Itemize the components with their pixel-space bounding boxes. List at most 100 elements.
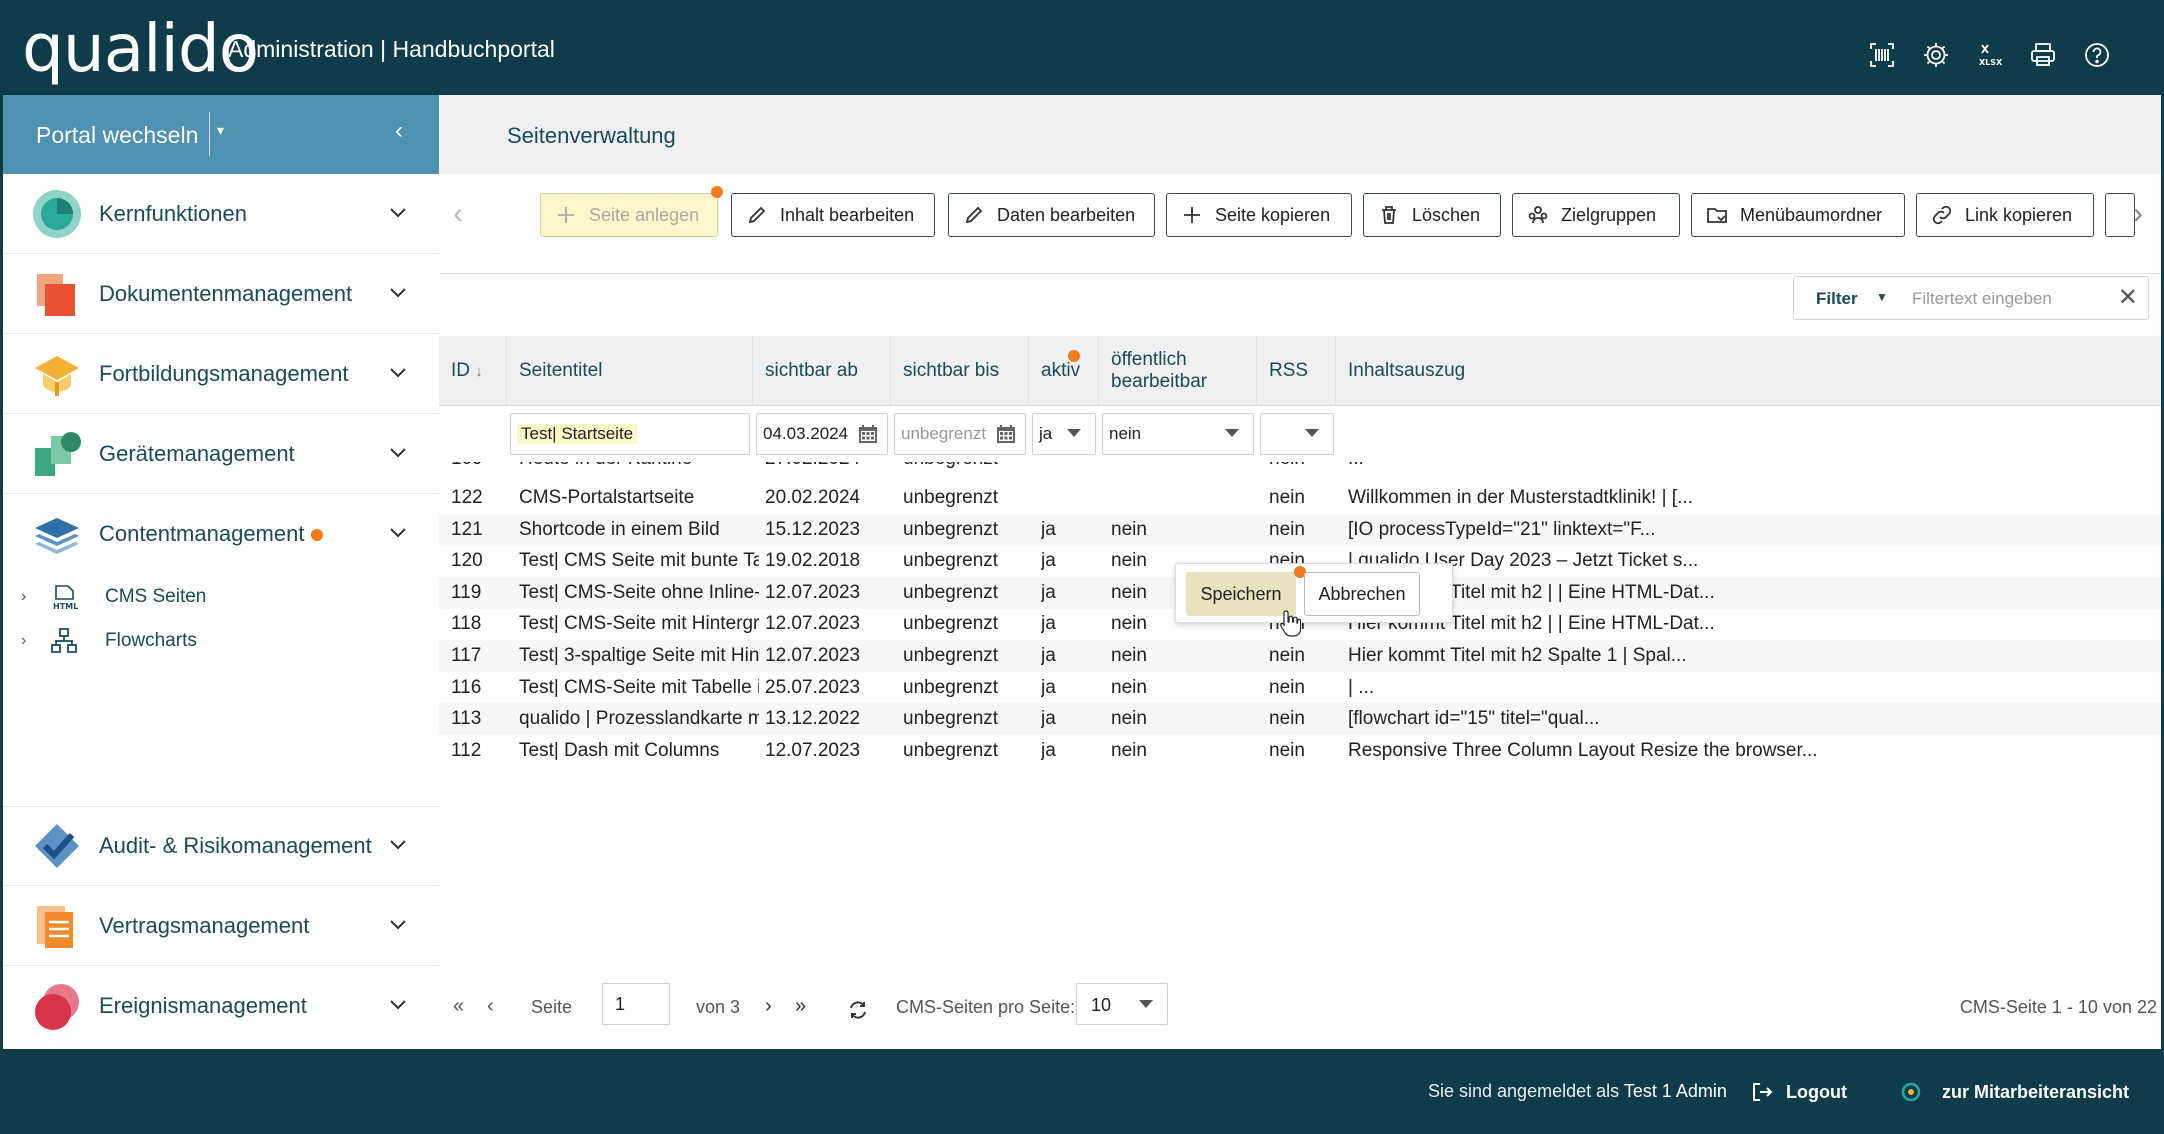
col-excerpt[interactable]: Inhaltsauszug	[1336, 336, 2161, 406]
portal-dropdown-icon[interactable]: ▾	[217, 122, 237, 146]
add-page-button[interactable]: Seite anlegen	[540, 186, 723, 237]
module-dokumentenmanagement[interactable]: Dokumentenmanagement	[3, 254, 439, 334]
col-active[interactable]: aktiv	[1029, 336, 1099, 406]
edit-public-select[interactable]: nein	[1102, 413, 1254, 455]
more-toolbar-button[interactable]	[2105, 193, 2135, 237]
help-icon[interactable]	[2080, 38, 2114, 72]
cell-id: 120	[451, 550, 483, 571]
toolbar-scroll-left-icon[interactable]: ‹	[453, 197, 463, 231]
edit-content-label: Inhalt bearbeiten	[780, 204, 915, 225]
edit-data-button[interactable]: Daten bearbeiten	[948, 193, 1155, 237]
cell-from: 25.07.2023	[765, 677, 861, 698]
edit-title-input[interactable]: Test| Startseite	[510, 413, 750, 455]
delete-button[interactable]: Löschen	[1363, 193, 1501, 237]
barcode-scan-icon[interactable]	[1865, 38, 1899, 72]
portal-switch-label[interactable]: Portal wechseln	[36, 122, 198, 149]
xlsx-export-icon[interactable]: XLSX	[1973, 38, 2007, 72]
cell-to: unbegrenzt	[903, 550, 999, 571]
sidebar-item-label: Flowcharts	[105, 630, 197, 651]
target-groups-button[interactable]: Zielgruppen	[1512, 193, 1680, 237]
chevron-down-icon[interactable]	[385, 991, 415, 1021]
gear-icon[interactable]	[1919, 38, 1953, 72]
module-audit-risikomanagement[interactable]: Audit- & Risikomanagement	[3, 806, 439, 886]
first-page-icon[interactable]: «	[453, 995, 464, 1018]
staff-view-button[interactable]: zur Mitarbeiteransicht	[1900, 1077, 2129, 1107]
col-label: sichtbar ab	[765, 360, 858, 381]
module-ereignismanagement[interactable]: Ereignismanagement	[3, 966, 439, 1046]
sidebar-item-flowcharts[interactable]: › Flowcharts	[3, 621, 439, 661]
edit-active-select[interactable]: ja	[1032, 413, 1096, 455]
last-page-icon[interactable]: »	[795, 995, 806, 1018]
cell-title: Test| CMS-Seite mit Hintergrundfarben	[519, 613, 759, 634]
chevron-down-icon[interactable]	[385, 279, 415, 309]
table-row[interactable]: 112 Test| Dash mit Columns 12.07.2023 unbeg…	[439, 735, 2161, 767]
edit-title-value: Test| Startseite	[517, 424, 638, 444]
col-label: aktiv	[1041, 360, 1081, 381]
table-row[interactable]: 117 Test| 3-spaltige Seite mit Hintergrun…	[439, 640, 2161, 672]
chevron-down-icon[interactable]	[385, 359, 415, 389]
table-row[interactable]: 113 qualido | Prozesslandkarte mit Flowch…	[439, 703, 2161, 735]
module-geraetemanagement[interactable]: Gerätemanagement	[3, 414, 439, 494]
col-visible-from[interactable]: sichtbar ab	[753, 336, 891, 406]
cell-to: unbegrenzt	[903, 708, 999, 729]
chevron-down-icon[interactable]	[385, 439, 415, 469]
copy-page-label: Seite kopieren	[1215, 204, 1331, 225]
sidebar-item-cms-seiten[interactable]: › HTML CMS Seiten	[3, 577, 439, 617]
copy-page-button[interactable]: Seite kopieren	[1166, 193, 1352, 237]
edit-content-button[interactable]: Inhalt bearbeiten	[731, 193, 935, 237]
filter-dropdown[interactable]: Filter	[1816, 289, 1858, 309]
module-fortbildungsmanagement[interactable]: Fortbildungsmanagement	[3, 334, 439, 414]
print-icon[interactable]	[2026, 38, 2060, 72]
chevron-down-icon[interactable]	[385, 519, 415, 549]
col-public-editable[interactable]: öffentlich bearbeitbar	[1099, 336, 1257, 406]
cell-rss: nein	[1269, 677, 1305, 698]
per-page-select[interactable]: 10	[1076, 983, 1168, 1025]
edit-visible-to-input[interactable]: unbegrenzt	[894, 413, 1026, 455]
table-row[interactable]: 122 CMS-Portalstartseite 20.02.2024 unbegre…	[439, 482, 2161, 514]
col-title[interactable]: Seitentitel	[507, 336, 753, 406]
filter-caret-icon[interactable]: ▼	[1876, 290, 1888, 304]
menu-folder-button[interactable]: Menübaumordner	[1691, 193, 1905, 237]
sort-down-icon[interactable]: ↓	[475, 363, 483, 380]
calendar-icon[interactable]	[995, 423, 1017, 445]
calendar-icon[interactable]	[857, 423, 879, 445]
edit-visible-from-input[interactable]: 04.03.2024	[756, 413, 888, 455]
qualido-logo: qualido	[22, 10, 259, 87]
edit-data-label: Daten bearbeiten	[997, 204, 1136, 225]
col-id[interactable]: ID ↓	[439, 336, 507, 406]
col-rss[interactable]: RSS	[1257, 336, 1336, 406]
chevron-down-icon[interactable]	[385, 831, 415, 861]
prev-page-icon[interactable]: ‹	[487, 995, 494, 1018]
cell-excerpt: [flowchart id="15" titel="qual...	[1348, 708, 1600, 729]
table-row[interactable]: 116 Test| CMS-Seite mit Tabelle in iFrame…	[439, 672, 2161, 704]
table-row[interactable]: 109 Heute in der Kantine 27.02.2024 unbe…	[439, 462, 2161, 482]
module-contentmanagement[interactable]: Contentmanagement	[3, 494, 439, 574]
clear-filter-icon[interactable]: ✕	[2118, 283, 2138, 312]
module-kernfunktionen[interactable]: Kernfunktionen	[3, 174, 439, 254]
pagination-summary: CMS-Seite 1 - 10 von 22	[1959, 997, 2157, 1017]
cell-excerpt: Hier kommt Titel mit h2 Spalte 1 | Spal.…	[1348, 645, 1687, 666]
logout-button[interactable]: Logout	[1750, 1077, 1847, 1107]
chevron-right-icon[interactable]: ›	[21, 588, 26, 606]
module-label: Fortbildungsmanagement	[99, 360, 349, 386]
cell-title: Test| 3-spaltige Seite mit Hintergrundfa	[519, 645, 759, 666]
cancel-button[interactable]: Abbrechen	[1304, 572, 1420, 616]
table-row[interactable]: 121 Shortcode in einem Bild 15.12.2023 unbe…	[439, 514, 2161, 546]
cell-active: ja	[1041, 708, 1056, 729]
col-visible-to[interactable]: sichtbar bis	[891, 336, 1029, 406]
toolbar-scroll-right-icon[interactable]: ›	[2133, 197, 2143, 231]
chevron-right-icon[interactable]: ›	[21, 632, 26, 650]
chevron-down-icon[interactable]	[385, 199, 415, 229]
next-page-icon[interactable]: ›	[765, 995, 772, 1018]
edit-rss-select[interactable]	[1260, 413, 1334, 455]
module-vertragsmanagement[interactable]: Vertragsmanagement	[3, 886, 439, 966]
chevron-down-icon[interactable]	[385, 911, 415, 941]
copy-link-button[interactable]: Link kopieren	[1916, 193, 2094, 237]
cell-title: Test| CMS-Seite mit Tabelle in iFrame	[519, 677, 759, 698]
main-content: Seitenverwaltung ‹ Seite anlegen Inhalt …	[439, 95, 2161, 1049]
collapse-sidebar-icon[interactable]: ‹	[395, 117, 419, 147]
refresh-icon[interactable]	[847, 999, 869, 1021]
cell-rss: nein	[1269, 519, 1305, 540]
page-number-input[interactable]	[602, 983, 670, 1025]
filter-input[interactable]	[1912, 285, 2112, 313]
